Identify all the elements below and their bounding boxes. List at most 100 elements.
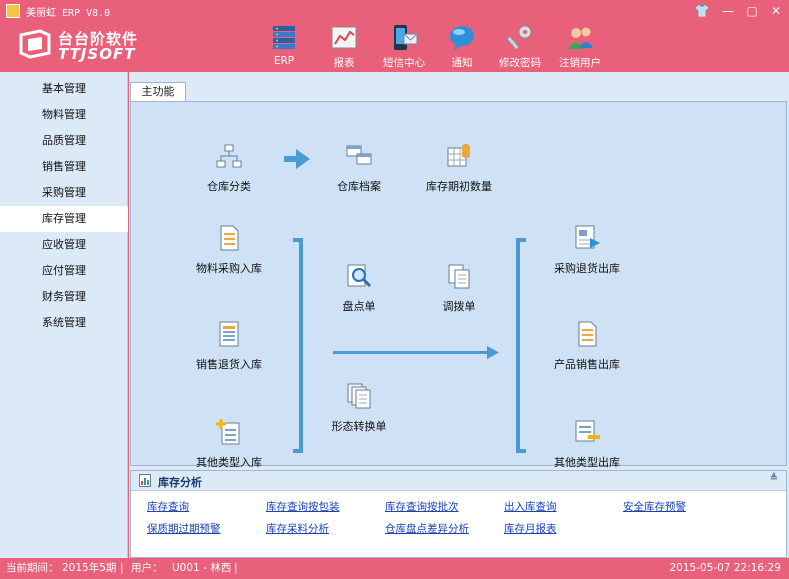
- export-document-icon: [575, 225, 600, 249]
- sidebar-item-sales[interactable]: 销售管理: [0, 154, 128, 180]
- chart-icon: [331, 26, 357, 49]
- analysis-header[interactable]: 库存分析 ≜: [131, 471, 786, 491]
- speech-bubble-icon: [450, 26, 474, 51]
- form-conversion-item[interactable]: 形态转换单: [304, 382, 414, 434]
- stock-count-item[interactable]: 盘点单: [304, 262, 414, 314]
- link-stock-query-by-package[interactable]: 库存查询按包装: [266, 499, 340, 514]
- key-icon: [506, 25, 532, 51]
- status-bar: 当前期间： 2015年5期 | 用户： U001 - 林西 | 2015-05-…: [0, 558, 789, 579]
- sidebar-item-payable[interactable]: 应付管理: [0, 258, 128, 284]
- warehouse-file-item[interactable]: 仓库档案: [304, 142, 414, 194]
- new-document-icon: [216, 419, 240, 445]
- window-title: 美丽虹 ERP V8.0: [26, 8, 111, 19]
- status-period-value: 2015年5期: [62, 562, 117, 574]
- remove-document-icon: [575, 420, 600, 442]
- toolbar-erp-button[interactable]: ERP: [254, 24, 314, 72]
- material-purchase-in-item[interactable]: 物料采购入库: [174, 224, 284, 276]
- link-stock-query-by-batch[interactable]: 库存查询按批次: [385, 499, 459, 514]
- link-in-out-query[interactable]: 出入库查询: [504, 499, 557, 514]
- link-monthly-report[interactable]: 库存月报表: [504, 521, 557, 536]
- purchase-return-out-item[interactable]: 采购退货出库: [532, 224, 642, 276]
- status-divider: |: [234, 562, 238, 574]
- product-sales-out-label: 产品销售出库: [554, 358, 620, 371]
- inventory-flow-arrow-icon: [333, 346, 499, 359]
- link-expiry-alert[interactable]: 保质期过期预警: [147, 521, 221, 536]
- toolbar-label: 注销用户: [559, 57, 601, 69]
- warehouse-file-label: 仓库档案: [337, 180, 381, 193]
- sidebar-item-quality[interactable]: 品质管理: [0, 128, 128, 154]
- windows-icon: [346, 145, 372, 165]
- toolbar-label: 报表: [333, 57, 355, 69]
- material-purchase-in-label: 物料采购入库: [196, 262, 262, 275]
- sidebar-item-system[interactable]: 系统管理: [0, 310, 128, 336]
- sidebar: 基本管理 物料管理 品质管理 销售管理 采购管理 库存管理 应收管理 应付管理 …: [0, 72, 128, 558]
- brand-name-en: TTJSOFT: [58, 45, 136, 63]
- link-stock-query[interactable]: 库存查询: [147, 499, 189, 514]
- inventory-analysis-panel: 库存分析 ≜ 库存查询 库存查询按包装 库存查询按批次 出入库查询 安全库存预警…: [130, 470, 787, 558]
- toolbar-sms-button[interactable]: 短信中心: [374, 24, 434, 72]
- status-period-label: 当前期间：: [6, 562, 59, 574]
- outbound-bracket: [516, 238, 526, 453]
- status-user-label: 用户：: [131, 562, 163, 574]
- sidebar-item-material[interactable]: 物料管理: [0, 102, 128, 128]
- initial-stock-item[interactable]: 库存期初数量: [404, 142, 514, 194]
- status-divider: |: [120, 562, 124, 574]
- tab-main-functions[interactable]: 主功能: [130, 82, 186, 102]
- toolbar-logout-button[interactable]: 注销用户: [550, 24, 610, 72]
- document-icon: [220, 225, 239, 251]
- transfer-item[interactable]: 调拨单: [404, 262, 514, 314]
- inbound-bracket: [293, 238, 303, 453]
- collapse-icon[interactable]: ≜: [770, 473, 778, 484]
- sidebar-item-basic[interactable]: 基本管理: [0, 76, 128, 102]
- sidebar-item-purchase[interactable]: 采购管理: [0, 180, 128, 206]
- maximize-button[interactable]: ▢: [743, 3, 761, 19]
- list-document-icon: [219, 321, 239, 347]
- toolbar-report-button[interactable]: 报表: [314, 24, 374, 72]
- analysis-title: 库存分析: [158, 476, 202, 489]
- toolbar-change-password-button[interactable]: 修改密码: [490, 24, 550, 72]
- sales-return-in-item[interactable]: 销售退货入库: [174, 320, 284, 372]
- status-datetime: 2015-05-07 22:16:29: [669, 562, 781, 574]
- server-icon: [273, 26, 295, 49]
- other-in-item[interactable]: 其他类型入库: [174, 418, 284, 470]
- other-out-label: 其他类型出库: [554, 456, 620, 469]
- form-conversion-label: 形态转换单: [331, 420, 387, 433]
- warehouse-category-label: 仓库分类: [207, 180, 251, 193]
- warehouse-category-item[interactable]: 仓库分类: [174, 142, 284, 194]
- toolbar-label: 短信中心: [383, 57, 425, 69]
- toolbar-label: 通知: [451, 57, 473, 69]
- skin-icon[interactable]: 👕: [693, 3, 711, 19]
- other-out-item[interactable]: 其他类型出库: [532, 418, 642, 470]
- copy-documents-icon: [448, 264, 470, 289]
- brand-logo: 台台阶软件 TTJSOFT: [18, 27, 138, 63]
- link-safety-stock-alert[interactable]: 安全库存预警: [623, 499, 686, 514]
- stock-count-label: 盘点单: [342, 300, 376, 313]
- other-in-label: 其他类型入库: [196, 456, 262, 469]
- minimize-button[interactable]: —: [719, 3, 737, 19]
- purchase-return-out-label: 采购退货出库: [554, 262, 620, 275]
- product-sales-out-item[interactable]: 产品销售出库: [532, 320, 642, 372]
- spreadsheet-db-icon: [447, 144, 470, 167]
- initial-stock-label: 库存期初数量: [426, 180, 492, 193]
- main-panel: 主功能 仓库分类 仓库档案 库存期初数量 物料采购入库 销售退货入库 其他类型入…: [129, 72, 789, 558]
- link-dead-stock-analysis[interactable]: 库存呆料分析: [266, 521, 329, 536]
- toolbar-notice-button[interactable]: 通知: [432, 24, 492, 72]
- toolbar-label: 修改密码: [499, 57, 541, 69]
- toolbar-label: ERP: [273, 55, 295, 67]
- function-map: 仓库分类 仓库档案 库存期初数量 物料采购入库 销售退货入库 其他类型入库 盘点…: [130, 101, 787, 469]
- logo-mark-icon: [19, 29, 51, 59]
- status-user-value: U001 - 林西: [172, 562, 232, 574]
- close-button[interactable]: ✕: [767, 3, 785, 19]
- sales-return-in-label: 销售退货入库: [196, 358, 262, 371]
- link-count-variance-analysis[interactable]: 仓库盘点差异分析: [385, 521, 469, 536]
- sidebar-item-receivable[interactable]: 应收管理: [0, 232, 128, 258]
- transfer-label: 调拨单: [442, 300, 476, 313]
- org-chart-icon: [216, 144, 242, 168]
- title-bar: 美丽虹 ERP V8.0 👕 — ▢ ✕: [0, 0, 789, 22]
- magnifier-document-icon: [347, 264, 372, 288]
- sidebar-item-finance[interactable]: 财务管理: [0, 284, 128, 310]
- app-icon: [6, 4, 20, 18]
- header: 美丽虹 ERP V8.0 👕 — ▢ ✕ 台台阶软件 TTJSOFT ERP 报…: [0, 0, 789, 72]
- phone-message-icon: [394, 25, 418, 50]
- sidebar-item-inventory[interactable]: 库存管理: [0, 206, 128, 232]
